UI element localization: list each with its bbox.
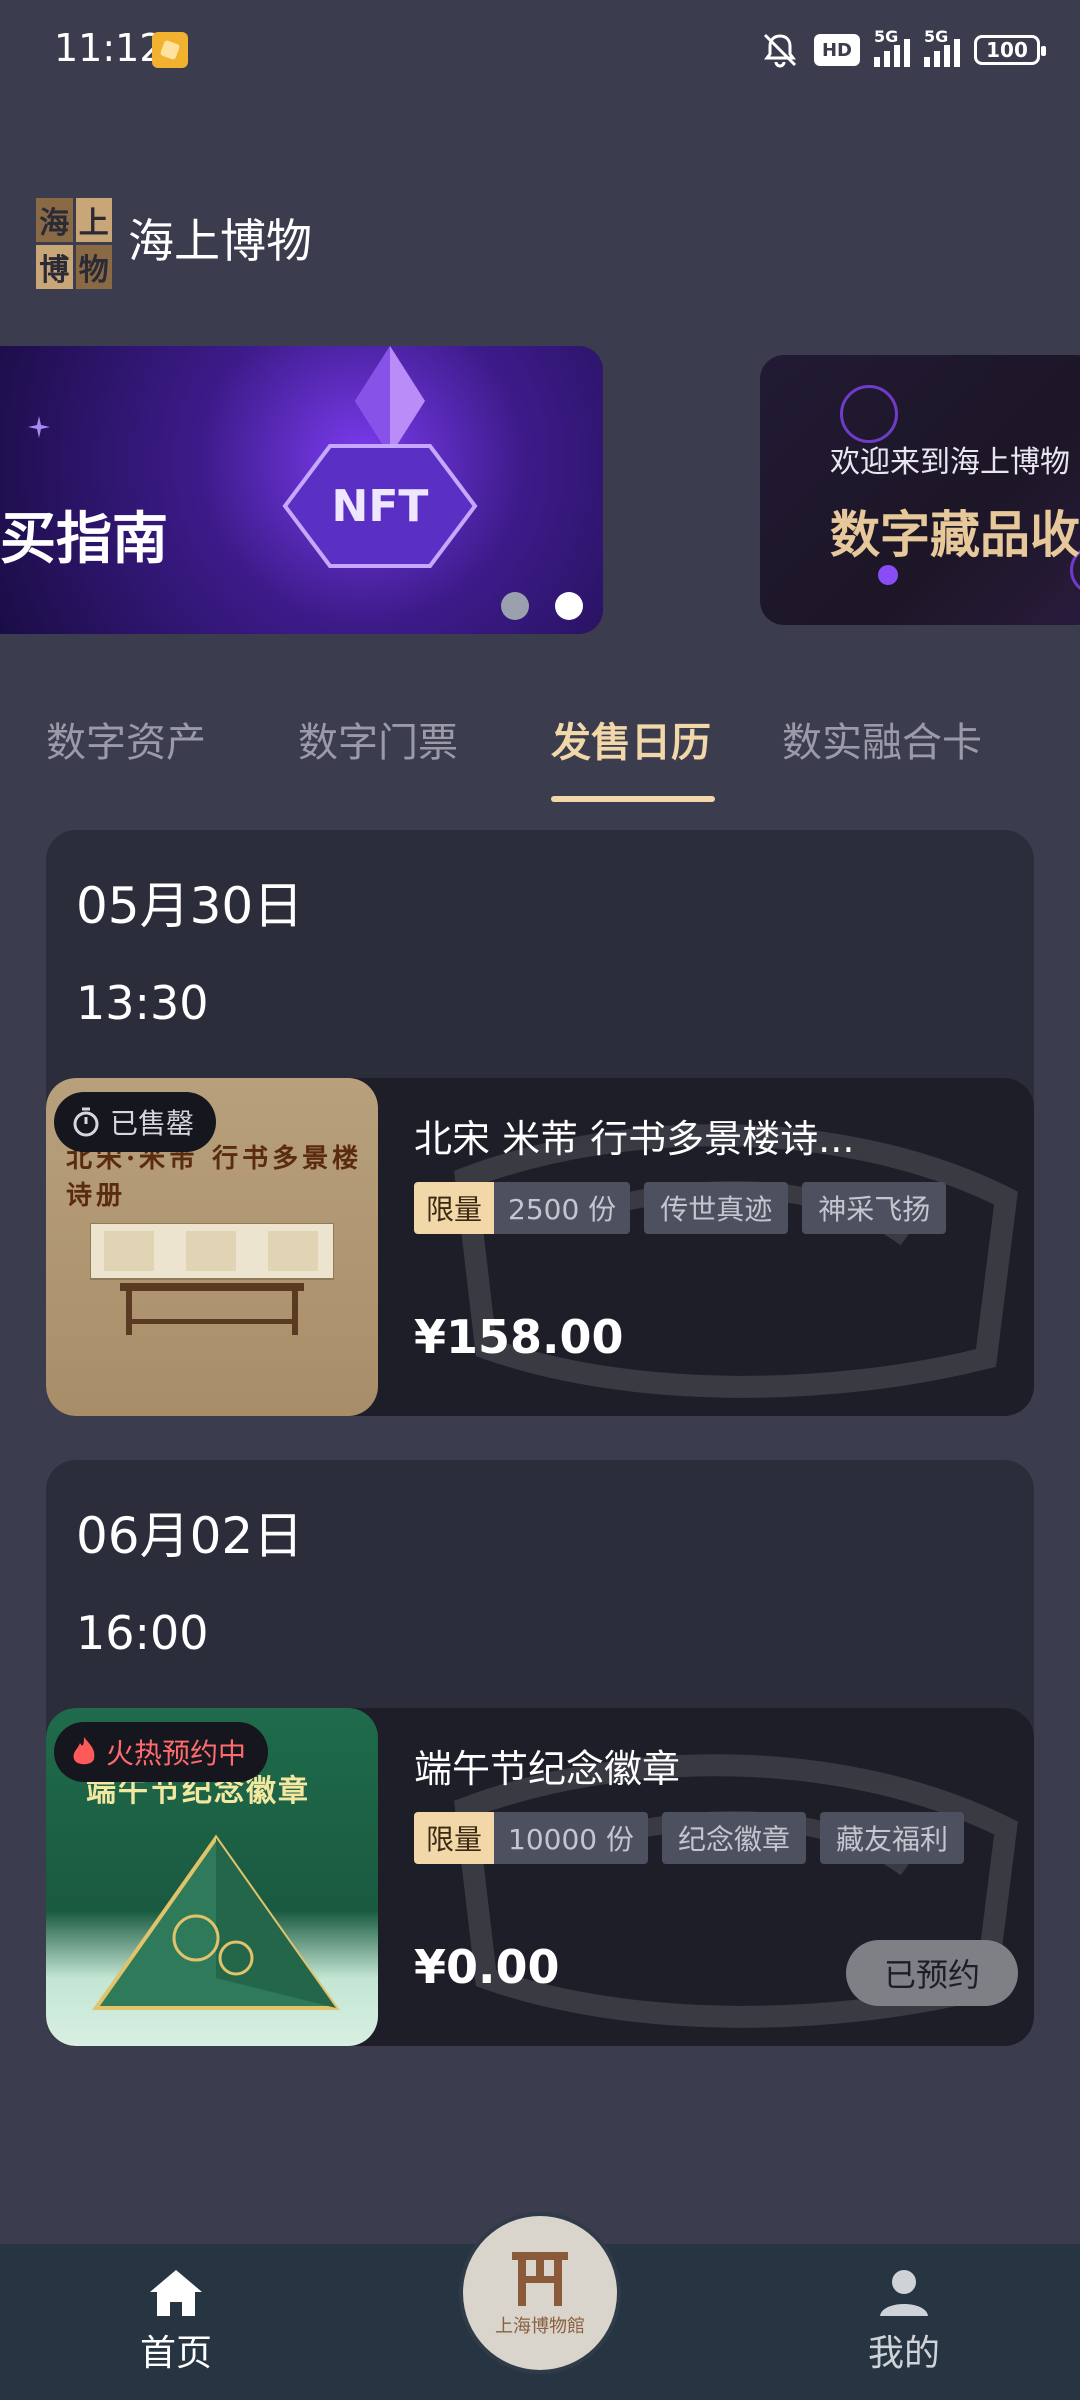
decor-ring xyxy=(840,385,898,443)
tab-active-indicator xyxy=(551,796,715,802)
banner-pagination xyxy=(501,592,583,620)
app-header: 海 上 博 物 海上博物 xyxy=(36,198,312,289)
banner-dot-active[interactable] xyxy=(555,592,583,620)
svg-text:NFT: NFT xyxy=(332,481,429,532)
banner-text: 买指南 xyxy=(0,507,168,572)
tab-release-calendar[interactable]: 发售日历 xyxy=(551,710,711,768)
release-date: 05月30日 xyxy=(76,877,304,935)
sold-out-badge: 已售罄 xyxy=(54,1092,217,1152)
nav-home[interactable]: 首页 xyxy=(140,2268,212,2376)
tab-digital-tickets[interactable]: 数字门票 xyxy=(298,710,458,768)
mute-bell-icon xyxy=(763,33,797,68)
product-tag: 传世真迹 xyxy=(644,1182,789,1234)
user-icon xyxy=(880,2270,928,2316)
status-time: 11:12 xyxy=(54,26,164,70)
hd-voice-icon: HD xyxy=(814,34,860,66)
product-tags: 限量 2500 份 传世真迹 神采飞扬 xyxy=(414,1182,947,1234)
hot-reservation-badge: 火热预约中 xyxy=(54,1722,269,1782)
product-image[interactable]: 北宋·米芾 行书多景楼诗册 已售罄 xyxy=(46,1078,378,1416)
signal-strength-icon-2: 5G xyxy=(924,27,960,67)
product-tags: 限量 10000 份 纪念徽章 藏友福利 xyxy=(414,1812,965,1864)
decor-dot xyxy=(878,565,898,585)
product-image[interactable]: 端午节纪念徽章 火热预约中 xyxy=(46,1708,378,2046)
release-card: 06月02日 16:00 端午节纪念徽章 火热预约中 端午节纪念徽章 限量 10… xyxy=(46,1460,1034,2046)
signal-strength-icon: 5G xyxy=(874,27,910,67)
notification-app-icon xyxy=(152,32,188,68)
reserved-button[interactable]: 已预约 xyxy=(846,1940,1018,2006)
museum-caption: 上海博物館 xyxy=(495,2316,585,2337)
status-icons: HD 5G 5G 100 xyxy=(760,27,1046,70)
product-name: 北宋 米芾 行书多景楼诗... xyxy=(414,1117,855,1161)
product-price: ¥158.00 xyxy=(414,1310,624,1364)
nav-mine[interactable]: 我的 xyxy=(868,2268,940,2376)
release-card: 05月30日 13:30 北宋·米芾 行书多景楼诗册 已售罄 北宋 米芾 行书多… xyxy=(46,830,1034,1416)
battery-icon: 100 xyxy=(974,35,1046,65)
banner-purchase-guide[interactable]: NFT 买指南 xyxy=(0,346,603,634)
app-title: 海上博物 xyxy=(128,214,312,268)
product-item[interactable]: 北宋·米芾 行书多景楼诗册 已售罄 北宋 米芾 行书多景楼诗... 限量 250… xyxy=(46,1078,1034,1416)
limit-tag: 限量 2500 份 xyxy=(414,1182,631,1234)
museum-logo-icon xyxy=(512,2252,568,2306)
release-date: 06月02日 xyxy=(76,1507,304,1565)
product-name: 端午节纪念徽章 xyxy=(414,1747,681,1791)
flame-icon xyxy=(73,1737,95,1765)
tab-digital-assets[interactable]: 数字资产 xyxy=(46,710,206,768)
zongzi-badge-image xyxy=(92,1834,340,2010)
product-tag: 纪念徽章 xyxy=(662,1812,807,1864)
product-tag: 神采飞扬 xyxy=(802,1182,947,1234)
banner-subtitle: 欢迎来到海上博物 xyxy=(830,445,1070,480)
sparkle-icon xyxy=(28,416,50,438)
calligraphy-scroll-image xyxy=(90,1223,334,1335)
release-time: 13:30 xyxy=(76,976,209,1030)
product-price: ¥0.00 xyxy=(414,1940,560,1994)
nav-museum-center-button[interactable]: 上海博物館 xyxy=(463,2216,617,2370)
category-tabs: 数字资产 数字门票 发售日历 数实融合卡 xyxy=(0,700,1080,810)
home-icon xyxy=(150,2270,202,2316)
timer-icon xyxy=(73,1107,99,1137)
tab-phygital-cards[interactable]: 数实融合卡 xyxy=(782,710,982,768)
release-time: 16:00 xyxy=(76,1606,209,1660)
status-bar: 11:12 HD 5G 5G 100 xyxy=(0,0,1080,100)
limit-tag: 限量 10000 份 xyxy=(414,1812,648,1864)
product-item[interactable]: 端午节纪念徽章 火热预约中 端午节纪念徽章 限量 10000 份 纪念徽章 藏友… xyxy=(46,1708,1034,2046)
banner-headline: 数字藏品收 xyxy=(830,506,1080,564)
nft-hexagon-icon: NFT xyxy=(282,444,478,568)
banner-dot[interactable] xyxy=(501,592,529,620)
banner-welcome[interactable]: 欢迎来到海上博物 数字藏品收 xyxy=(760,355,1080,625)
product-tag: 藏友福利 xyxy=(820,1812,965,1864)
app-logo: 海 上 博 物 xyxy=(36,198,112,289)
